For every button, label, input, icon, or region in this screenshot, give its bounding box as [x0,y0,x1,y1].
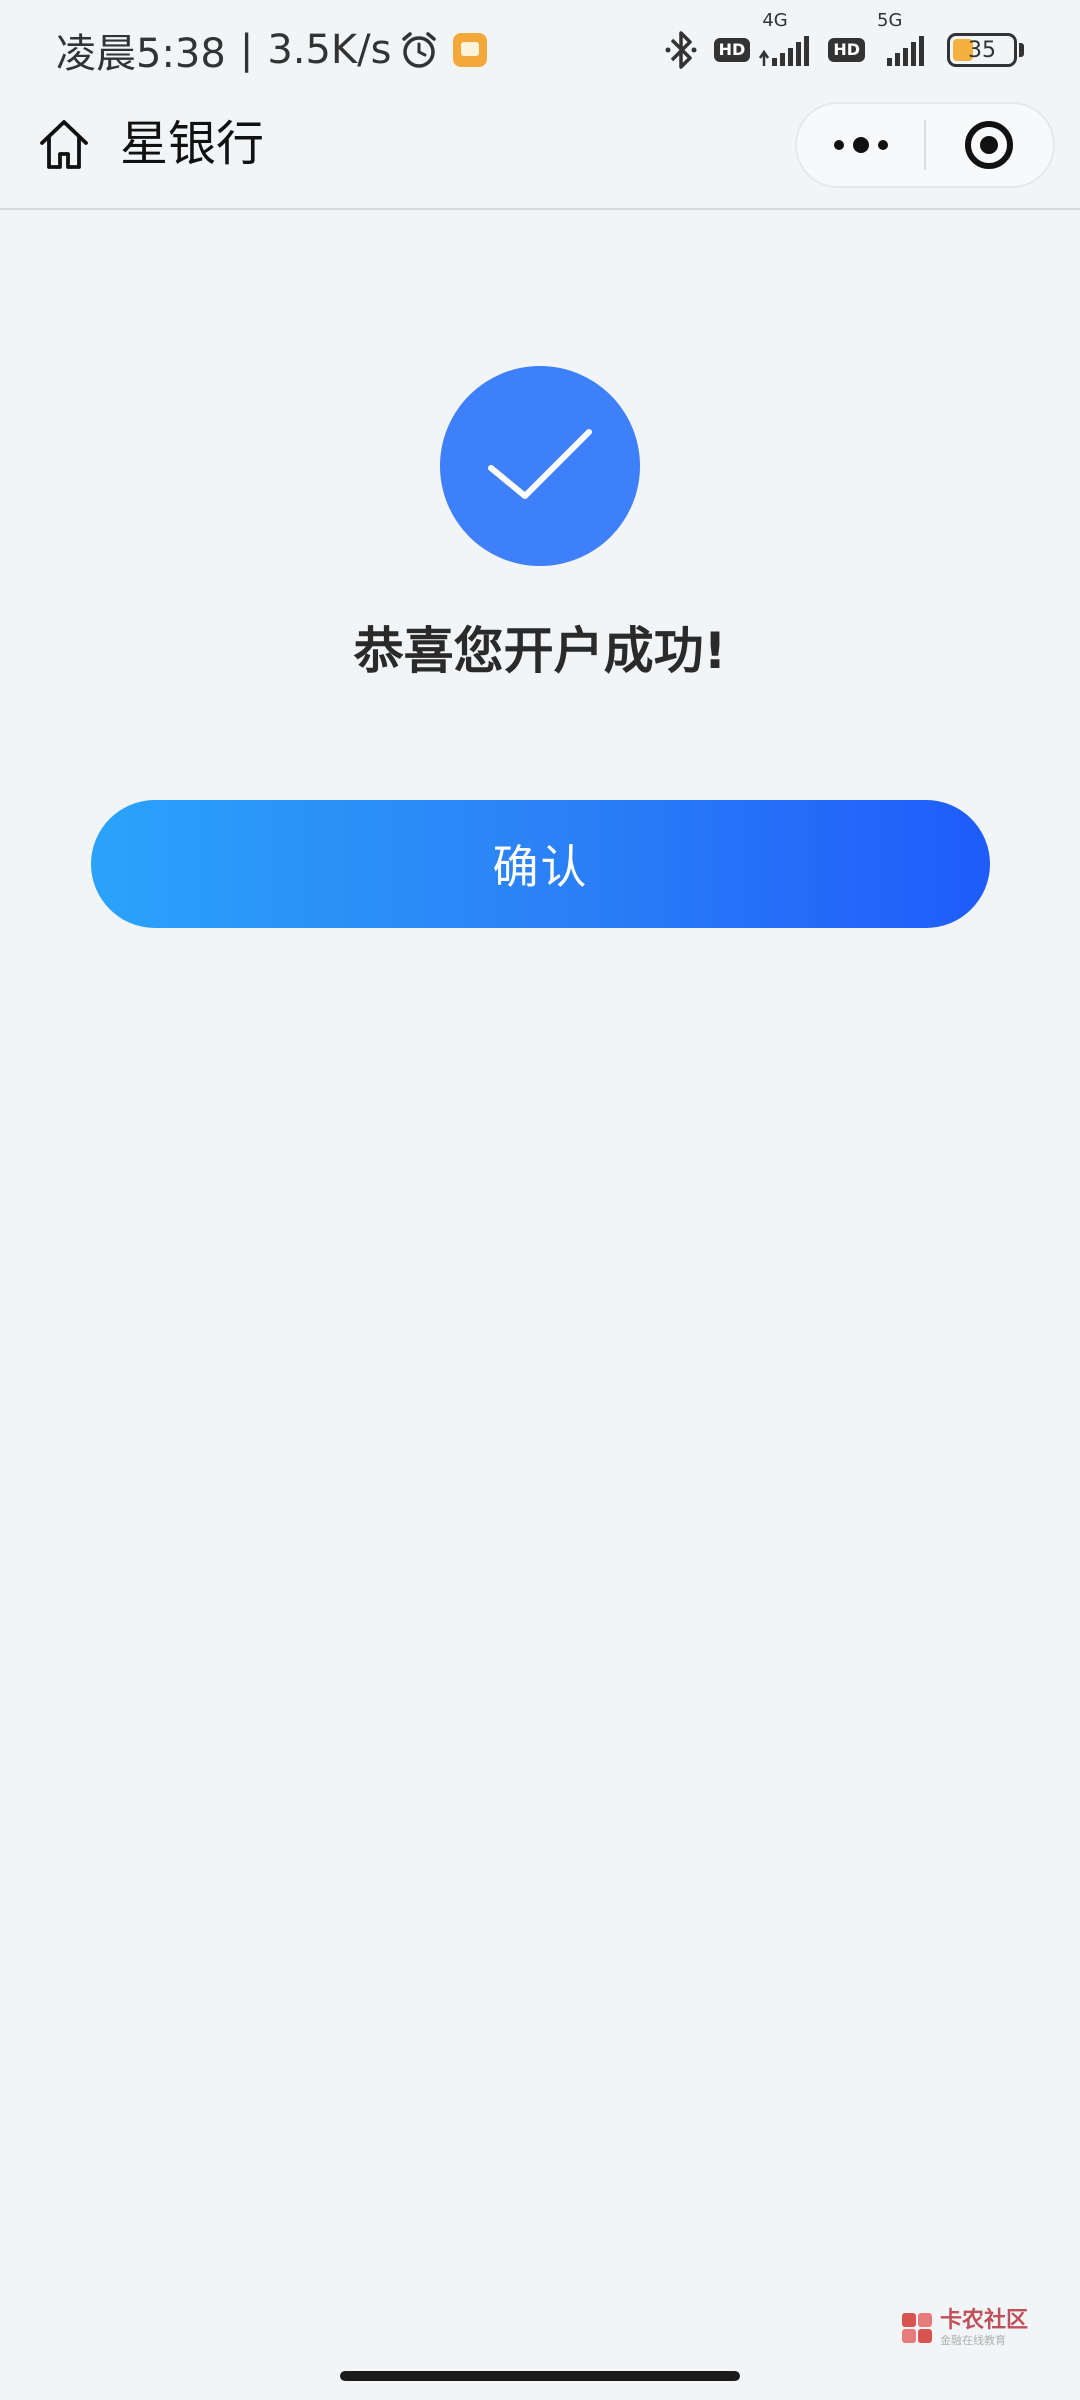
home-icon [40,120,88,169]
status-right: HD 4G HD 5G 35 [662,10,1024,72]
status-time: 凌晨5:38 [56,31,226,77]
watermark-text: 卡农社区 金融在线教育 [940,2308,1029,2347]
check-icon [488,429,592,499]
battery-level: 35 [968,37,996,63]
signal-strength-icon-2 [887,36,924,66]
network-type-1: 4G [762,10,788,31]
bluetooth-icon [665,31,697,69]
battery-cap [1019,43,1024,57]
more-button[interactable] [797,102,924,188]
signal-group-1: 4G [758,10,814,68]
status-bar: 凌晨5:38 | 3.5K/s HD 4G HD 5G 35 [0,0,1080,100]
page-title: 星银行 [120,116,265,172]
more-dots-icon [833,137,888,153]
watermark-logo-icon [902,2313,932,2343]
confirm-button[interactable]: 确认 [91,800,990,928]
signal-group-2: 5G [873,10,929,68]
watermark-sub-text: 金融在线教育 [940,2334,1006,2347]
battery-icon: 35 [947,33,1017,67]
hd-badge-2: HD [828,38,865,62]
home-button[interactable] [34,114,94,174]
watermark: 卡农社区 金融在线教育 [900,2310,1028,2346]
nav-header: 星银行 [0,100,1080,210]
status-separator: | [239,27,254,73]
alarm-clock-icon [402,32,437,68]
home-indicator-bar[interactable] [340,2371,740,2381]
screen: 凌晨5:38 | 3.5K/s HD 4G HD 5G 35 星银行 恭喜您开户… [0,0,1080,2400]
hd-badge-1: HD [713,38,751,62]
network-speed: 3.5K/s [267,27,392,73]
watermark-main-text: 卡农社区 [940,2308,1029,2333]
mini-program-capsule [795,102,1055,188]
status-left: 凌晨5:38 | 3.5K/s [56,21,488,79]
close-mini-program-button[interactable] [926,102,1053,188]
app-notification-icon [453,33,488,67]
success-icon-circle [440,366,640,566]
signal-strength-icon [759,36,810,66]
network-type-2: 5G [877,10,903,31]
success-message: 恭喜您开户成功! [353,622,727,680]
target-close-icon [965,121,1014,169]
